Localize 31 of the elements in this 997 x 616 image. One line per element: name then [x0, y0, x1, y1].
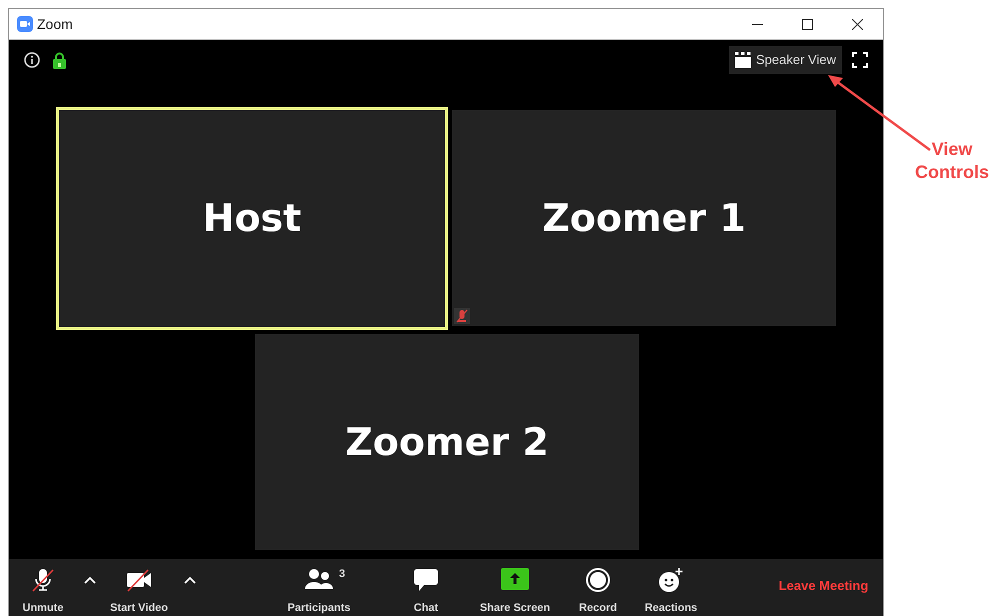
- info-icon[interactable]: [24, 52, 40, 68]
- leave-meeting-button[interactable]: Leave Meeting: [771, 558, 876, 616]
- participant-name: Host: [202, 195, 302, 242]
- speaker-view-button[interactable]: Speaker View: [729, 46, 842, 74]
- reactions-button[interactable]: Reactions: [636, 558, 706, 616]
- record-button[interactable]: Record: [568, 558, 628, 616]
- share-screen-icon: [501, 568, 529, 590]
- annotation-label: View Controls: [914, 138, 990, 184]
- smiley-icon: [658, 568, 684, 592]
- record-icon: [586, 568, 610, 592]
- people-icon: [305, 568, 333, 590]
- participants-button[interactable]: 3 Participants: [271, 558, 367, 616]
- caret-icon: [84, 576, 96, 584]
- muted-camera-icon: [125, 568, 153, 592]
- chat-bubble-icon: [413, 568, 439, 592]
- start-video-button[interactable]: Start Video: [103, 558, 175, 616]
- lock-icon[interactable]: [53, 52, 66, 68]
- participant-name: Zoomer 1: [542, 194, 746, 242]
- muted-mic-icon: [30, 568, 56, 592]
- participant-name: Zoomer 2: [345, 418, 549, 466]
- grid-view-icon: [735, 52, 752, 68]
- participant-count: 3: [339, 566, 346, 582]
- window-title: Zoom: [37, 14, 73, 34]
- maximize-icon: [802, 18, 812, 30]
- fullscreen-icon[interactable]: [852, 52, 868, 68]
- caret-icon: [184, 576, 196, 584]
- share-screen-button[interactable]: Share Screen: [471, 558, 559, 616]
- close-icon: [852, 18, 862, 30]
- camera-logo-icon: [17, 16, 33, 32]
- chat-button[interactable]: Chat: [396, 558, 456, 616]
- unmute-button[interactable]: Unmute: [9, 558, 77, 616]
